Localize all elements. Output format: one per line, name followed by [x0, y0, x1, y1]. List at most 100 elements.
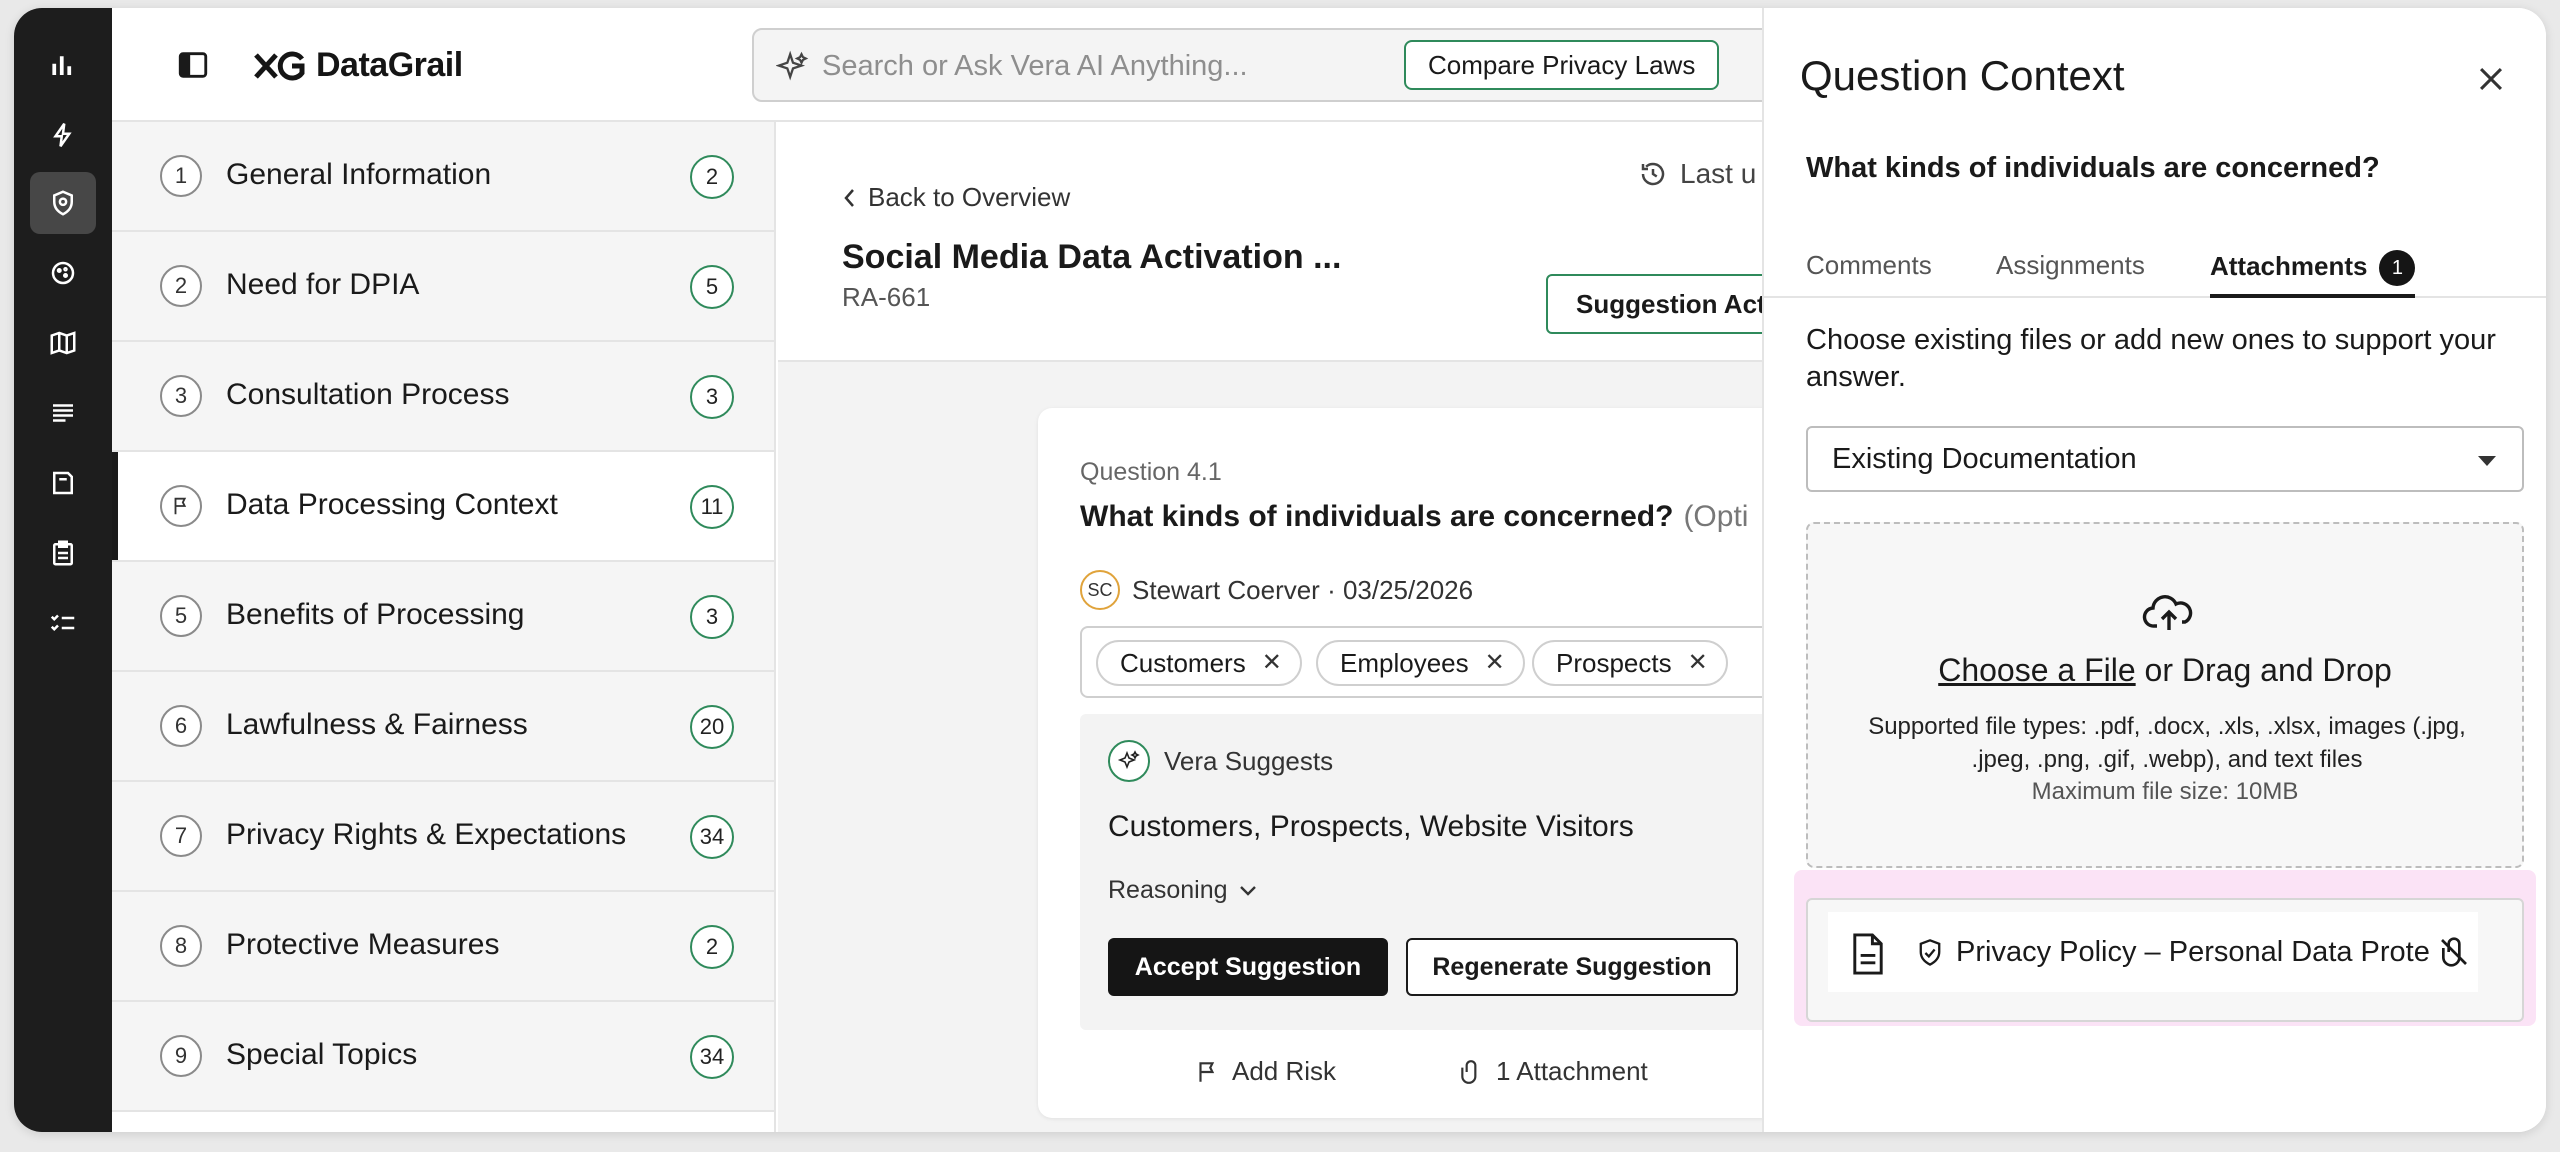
section-label: General Information	[226, 158, 492, 191]
map-icon[interactable]	[30, 312, 96, 374]
section-number: 1	[160, 155, 202, 197]
tab-attachments[interactable]: Attachments 1	[2210, 250, 2416, 298]
tag-chip[interactable]: Employees ✕	[1316, 640, 1525, 686]
reasoning-label: Reasoning	[1108, 876, 1228, 904]
attachments-help-text: Choose existing files or add new ones to…	[1806, 324, 2496, 393]
flag-icon	[1199, 1061, 1215, 1082]
search-input[interactable]: Search or Ask Vera AI Anything...	[822, 50, 1248, 83]
section-label: Benefits of Processing	[226, 598, 525, 631]
sparkle-icon	[1108, 740, 1150, 782]
vera-label: Vera Suggests	[1164, 745, 1334, 776]
history-text: Last u	[1680, 158, 1757, 189]
section-count-badge: 34	[690, 1035, 734, 1079]
sidebar-toggle-icon[interactable]	[176, 48, 210, 82]
logo[interactable]: DataGrail	[252, 46, 463, 85]
list-icon[interactable]	[30, 382, 96, 444]
tag-input-field[interactable]: Customers ✕ Employees ✕ Prospects ✕	[1080, 626, 1798, 698]
max-size-text: Maximum file size: 10MB	[2031, 778, 2299, 805]
author-line: Stewart Coerver · 03/25/2026	[1132, 574, 1474, 605]
assessment-header: Back to Overview Last u Social Media Dat…	[778, 122, 1786, 362]
section-item[interactable]: 2 Need for DPIA 5	[112, 232, 774, 342]
dropzone-main-text: Choose a File or Drag and Drop	[1808, 652, 2522, 689]
section-count-badge: 5	[690, 265, 734, 309]
section-item[interactable]: 6 Lawfulness & Fairness 20	[112, 672, 774, 782]
file-dropzone[interactable]: Choose a File or Drag and Drop Supported…	[1806, 522, 2524, 868]
checklist-icon[interactable]	[30, 592, 96, 654]
bolt-icon[interactable]	[30, 104, 96, 166]
assessment-id: RA-661	[842, 282, 931, 312]
section-item-active[interactable]: Data Processing Context 11	[112, 452, 774, 562]
section-item[interactable]: 1 General Information 2	[112, 122, 774, 232]
section-item[interactable]: 5 Benefits of Processing 3	[112, 562, 774, 672]
section-item[interactable]: 7 Privacy Rights & Expectations 34	[112, 782, 774, 892]
book-icon[interactable]	[30, 452, 96, 514]
chevron-left-icon	[844, 188, 854, 207]
attachment-count-label: 1 Attachment	[1496, 1056, 1648, 1086]
attachment-item[interactable]: Privacy Policy – Personal Data Prote	[1806, 898, 2524, 1022]
chart-icon[interactable]	[30, 34, 96, 96]
section-label: Privacy Rights & Expectations	[226, 818, 627, 851]
section-count-badge: 3	[690, 595, 734, 639]
flag-icon	[160, 485, 202, 527]
documentation-select[interactable]: Existing Documentation	[1806, 426, 2524, 492]
cookie-icon[interactable]	[30, 242, 96, 304]
reasoning-toggle[interactable]: Reasoning	[1108, 876, 1258, 905]
avatar: SC	[1080, 570, 1120, 610]
document-icon	[1853, 933, 1883, 975]
section-count-badge: 2	[690, 155, 734, 199]
clipboard-icon[interactable]	[30, 522, 96, 584]
section-count-badge: 20	[690, 705, 734, 749]
supported-types-text: Supported file types: .pdf, .docx, .xls,…	[1868, 713, 2466, 773]
back-link-label: Back to Overview	[868, 182, 1071, 212]
select-value: Existing Documentation	[1832, 443, 2137, 475]
section-number: 7	[160, 815, 202, 857]
section-label: Data Processing Context	[226, 488, 558, 521]
unlink-icon[interactable]	[2438, 936, 2470, 968]
close-icon[interactable]	[2474, 62, 2508, 96]
tag-label: Employees	[1340, 648, 1469, 678]
section-number: 6	[160, 705, 202, 747]
shield-icon[interactable]	[30, 172, 96, 234]
sparkle-icon	[776, 50, 809, 81]
attachment-count-button[interactable]: 1 Attachment	[1458, 1056, 1648, 1087]
accept-suggestion-button[interactable]: Accept Suggestion	[1108, 938, 1388, 996]
compare-privacy-laws-button[interactable]: Compare Privacy Laws	[1404, 40, 1720, 90]
choose-file-link[interactable]: Choose a File	[1938, 652, 2135, 688]
question-number: Question 4.1	[1080, 458, 1222, 486]
tab-comments[interactable]: Comments	[1806, 250, 1932, 298]
tag-chip[interactable]: Customers ✕	[1096, 640, 1302, 686]
question-author: SC Stewart Coerver · 03/25/2026	[1080, 570, 1473, 610]
section-label: Special Topics	[226, 1038, 418, 1071]
section-number: 5	[160, 595, 202, 637]
tag-label: Prospects	[1556, 648, 1672, 678]
vera-header: Vera Suggests	[1108, 740, 1333, 782]
tab-assignments[interactable]: Assignments	[1996, 250, 2145, 298]
suggestion-actions-button[interactable]: Suggestion Act	[1546, 274, 1786, 334]
assessment-title: Social Media Data Activation ...	[842, 238, 1342, 276]
section-label: Need for DPIA	[226, 268, 420, 301]
question-text: What kinds of individuals are concerned?…	[1080, 500, 1748, 534]
back-to-overview-link[interactable]: Back to Overview	[842, 182, 1070, 213]
attachment-name: Privacy Policy – Personal Data Prote	[1956, 936, 2430, 968]
close-icon[interactable]: ✕	[1688, 642, 1708, 684]
tag-chip[interactable]: Prospects ✕	[1532, 640, 1728, 686]
regenerate-suggestion-button[interactable]: Regenerate Suggestion	[1406, 938, 1738, 996]
add-risk-label: Add Risk	[1232, 1056, 1337, 1086]
close-icon[interactable]: ✕	[1262, 642, 1282, 684]
section-item[interactable]: 8 Protective Measures 2	[112, 892, 774, 1002]
chevron-down-icon	[1239, 885, 1256, 896]
section-nav: 1 General Information 2 2 Need for DPIA …	[112, 122, 776, 1132]
add-risk-button[interactable]: Add Risk	[1194, 1056, 1336, 1087]
app-window: DataGrail Search or Ask Vera AI Anything…	[14, 8, 2546, 1132]
datagrail-logo-icon	[254, 51, 305, 80]
panel-title: Question Context	[1800, 52, 2125, 99]
vera-suggestion-text: Customers, Prospects, Website Visitors	[1108, 810, 1634, 843]
section-item[interactable]: 3 Consultation Process 3	[112, 342, 774, 452]
section-item[interactable]: 9 Special Topics 34	[112, 1002, 774, 1112]
search-bar[interactable]: Search or Ask Vera AI Anything... Compar…	[752, 28, 1772, 102]
history-indicator[interactable]: Last u	[1638, 158, 1756, 190]
section-number: 8	[160, 925, 202, 967]
section-number: 2	[160, 265, 202, 307]
close-icon[interactable]: ✕	[1485, 642, 1505, 684]
question-title: What kinds of individuals are concerned?	[1080, 500, 1674, 533]
